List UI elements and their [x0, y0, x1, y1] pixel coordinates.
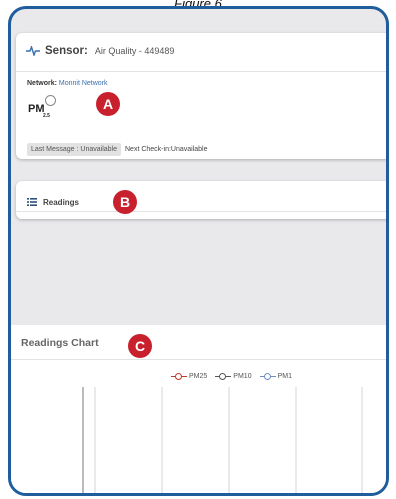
- sensor-header: Sensor: Air Quality - 449489: [26, 45, 174, 57]
- readings-title: Readings: [43, 197, 80, 207]
- network-link[interactable]: Monnit Network: [59, 80, 108, 87]
- readings-underline: [16, 211, 386, 212]
- legend-item-pm1[interactable]: PM1: [259, 372, 292, 380]
- callout-b: B: [113, 190, 137, 214]
- callout-c: C: [128, 334, 152, 358]
- last-message-badge: Last Message : Unavailable: [27, 143, 121, 156]
- sensor-card: Sensor: Air Quality - 449489 Network: Mo…: [16, 33, 386, 159]
- legend-label: PM25: [189, 372, 208, 380]
- chart-divider: [11, 359, 386, 360]
- header-divider: [16, 71, 386, 72]
- list-icon: [27, 193, 37, 211]
- legend-marker-icon: [259, 372, 276, 380]
- legend-label: PM10: [233, 372, 252, 380]
- pm-sub-label: 2.5: [43, 113, 50, 119]
- network-line: Network: Monnit Network: [27, 80, 108, 87]
- legend-marker-icon: [215, 372, 232, 380]
- legend-item-pm25[interactable]: PM25: [171, 372, 207, 380]
- pm-dots-icon: [45, 95, 56, 106]
- legend-label: PM1: [277, 372, 292, 380]
- sensor-prefix: Sensor:: [45, 45, 88, 57]
- chart-title: Readings Chart: [21, 337, 99, 349]
- status-row: Last Message : Unavailable Next Check-in…: [27, 143, 207, 156]
- readings-card[interactable]: Readings: [16, 181, 386, 219]
- legend-marker-icon: [171, 372, 187, 380]
- pulse-icon: [26, 46, 40, 56]
- callout-a: A: [96, 92, 120, 116]
- sensor-name: Air Quality - 449489: [94, 46, 175, 56]
- chart-legend: PM25 PM10 PM1: [171, 372, 292, 380]
- legend-item-pm10[interactable]: PM10: [215, 372, 252, 380]
- chart-plot-area: [82, 387, 363, 493]
- chart-card: Readings Chart PM25 PM10 PM1: [11, 325, 386, 493]
- device-frame: Sensor: Air Quality - 449489 Network: Mo…: [8, 6, 389, 496]
- network-label: Network:: [27, 80, 57, 87]
- readings-header[interactable]: Readings: [27, 193, 79, 211]
- pm25-icon: PM 2.5: [28, 94, 62, 120]
- next-checkin: Next Check-in:Unavailable: [125, 146, 208, 153]
